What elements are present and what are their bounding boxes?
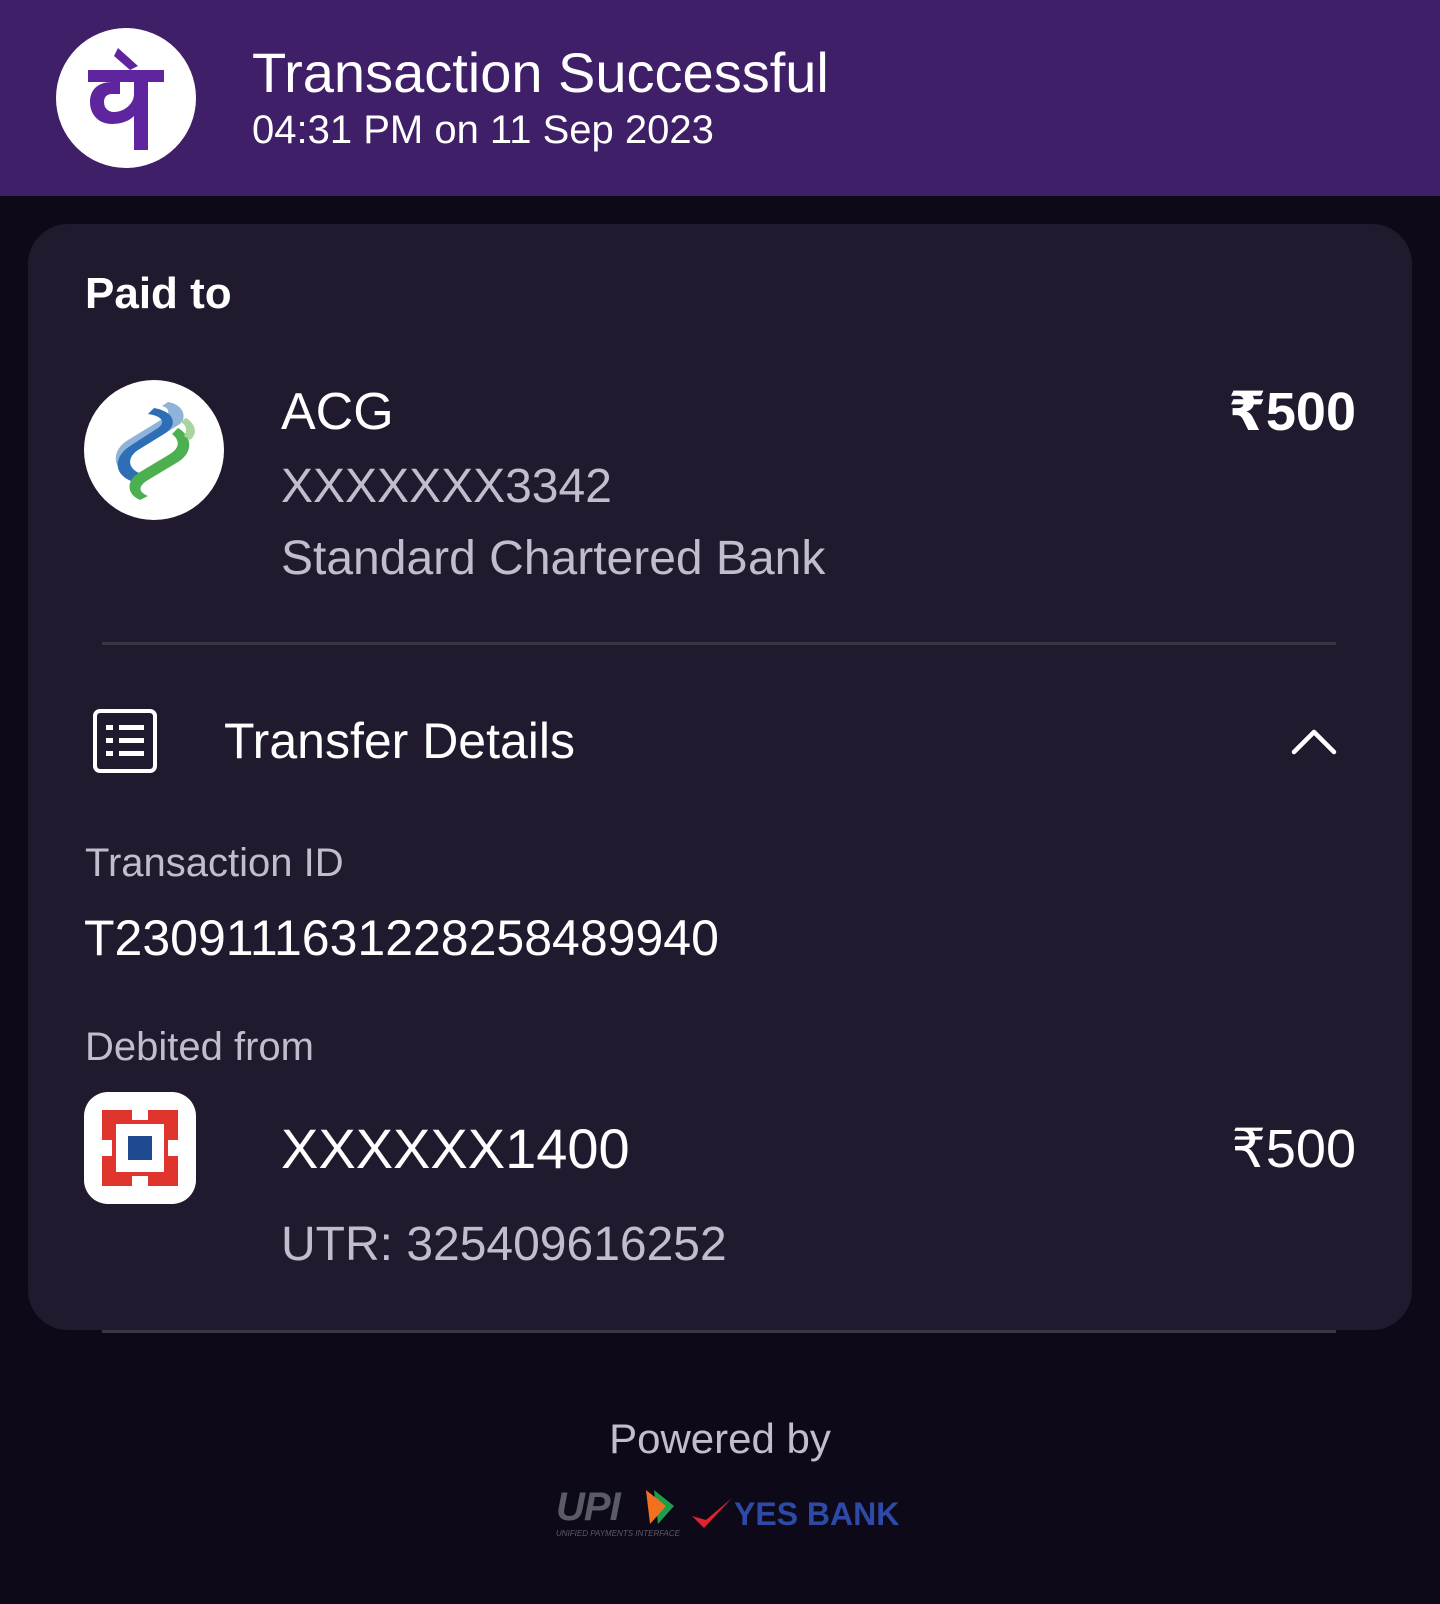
debit-account-number: XXXXXX1400 — [281, 1117, 630, 1180]
receipt-list-icon[interactable] — [92, 708, 158, 774]
divider — [102, 1330, 1336, 1333]
yes-bank-logo-text: YES BANK — [734, 1496, 900, 1532]
upi-logo-text: UPI — [556, 1485, 622, 1529]
transaction-id-value[interactable]: T2309111631228258489940 — [84, 908, 719, 968]
upi-logo-glyph: UPI UNIFIED PAYMENTS INTERFACE — [556, 1485, 681, 1538]
transaction-header: Transaction Successful 04:31 PM on 11 Se… — [0, 0, 1440, 196]
utr-number[interactable]: UTR: 325409616252 — [281, 1216, 727, 1274]
hdfc-bank-logo-icon — [84, 1092, 196, 1204]
payee-account-number: XXXXXXX3342 — [281, 460, 612, 513]
debited-from-label: Debited from — [85, 1025, 314, 1069]
standard-chartered-glyph — [115, 402, 195, 500]
transaction-status-title: Transaction Successful — [252, 41, 829, 104]
phonepe-glyph — [88, 48, 164, 150]
divider — [102, 642, 1336, 645]
powered-by-label: Powered by — [609, 1415, 831, 1462]
yes-bank-logo-icon: YES BANK — [690, 1490, 899, 1538]
payee-bank-name: Standard Chartered Bank — [281, 532, 826, 585]
phonepe-logo-icon — [56, 28, 196, 168]
debit-amount: ₹500 — [1231, 1119, 1356, 1179]
yes-bank-check-icon — [692, 1498, 732, 1528]
transaction-datetime: 04:31 PM on 11 Sep 2023 — [252, 108, 714, 152]
upi-logo-icon: UPI UNIFIED PAYMENTS INTERFACE — [556, 1484, 684, 1540]
transaction-id-label: Transaction ID — [85, 841, 344, 885]
hdfc-bank-glyph — [102, 1110, 178, 1186]
paid-to-label: Paid to — [85, 269, 232, 318]
transfer-details-toggle[interactable]: Transfer Details — [224, 711, 575, 771]
transaction-card — [28, 224, 1412, 1330]
chevron-up-glyph — [1291, 729, 1337, 755]
upi-tagline: UNIFIED PAYMENTS INTERFACE — [556, 1529, 681, 1538]
chevron-up-icon[interactable] — [1290, 722, 1338, 758]
payee-name: ACG — [281, 383, 394, 441]
receipt-list-glyph — [93, 709, 157, 773]
standard-chartered-logo-icon — [84, 380, 224, 520]
payee-amount: ₹500 — [1228, 382, 1356, 442]
